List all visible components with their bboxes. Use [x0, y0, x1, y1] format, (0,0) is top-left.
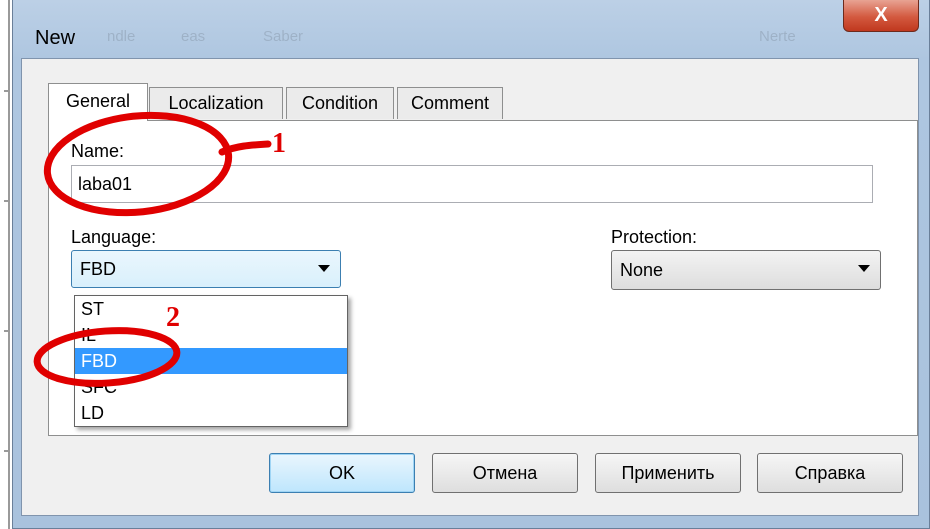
- annotation-circle-fbd: [33, 327, 181, 387]
- annotation-circle-name: [43, 111, 233, 217]
- annotation-overlay: [33, 111, 272, 387]
- annotation-marker-1: 1: [272, 128, 286, 159]
- annotation-marker-2: 2: [166, 302, 180, 333]
